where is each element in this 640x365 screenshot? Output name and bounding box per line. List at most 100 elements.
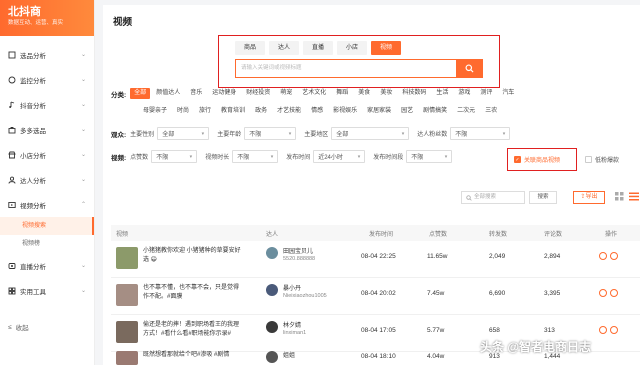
category-chip[interactable]: 生活 <box>432 88 452 99</box>
detail-icon[interactable] <box>610 326 618 334</box>
list-view-icon[interactable] <box>629 192 639 201</box>
category-chip[interactable]: 全部 <box>130 88 151 99</box>
video-title[interactable]: 偷还是老的摔！遇到职场看王的我理方式！#看什么看#职场能你示录# <box>143 321 243 339</box>
video-thumbnail[interactable] <box>116 321 138 343</box>
category-chip[interactable]: 艺术文化 <box>298 88 330 99</box>
search-button[interactable] <box>456 59 483 78</box>
bag-icon <box>8 126 16 134</box>
category-chip[interactable]: 政务 <box>251 106 271 117</box>
category-chip[interactable]: 舞蹈 <box>332 88 352 99</box>
category-chip[interactable]: 汽车 <box>498 88 518 99</box>
table-row[interactable]: 也不靠不懂，也不靠不会，只是觉得作不配。#面膜 暴小丹 Nieixiaozhou… <box>111 278 640 315</box>
video-thumbnail[interactable] <box>116 247 138 269</box>
checkbox-icon <box>585 156 592 163</box>
sidebar-item-influencer[interactable]: 达人分析 ⌄ <box>0 167 94 192</box>
category-chip[interactable]: 测评 <box>476 88 496 99</box>
category-filter-row-1: 分类: 全部 颜值达人 音乐 运动健身 财经投资 萌宠 艺术文化 舞蹈 美食 美… <box>111 88 520 99</box>
video-icon <box>8 201 16 209</box>
export-label: 导出 <box>585 194 598 200</box>
video-thumbnail[interactable] <box>116 351 138 365</box>
sidebar-item-live[interactable]: 直播分析 ⌄ <box>0 253 94 278</box>
watermark: 头条 @智者电商日志 <box>480 340 592 354</box>
category-chip[interactable]: 三农 <box>481 106 501 117</box>
audience-label: 观众: <box>111 131 127 139</box>
sidebar-item-monitor[interactable]: 监控分析 ⌄ <box>0 67 94 92</box>
page-title: 视频 <box>113 17 133 28</box>
category-chip[interactable]: 母婴亲子 <box>139 106 171 117</box>
category-chip[interactable]: 二次元 <box>453 106 479 117</box>
sidebar-item-tools[interactable]: 实用工具 ⌄ <box>0 278 94 303</box>
export-button[interactable]: ⇪导出 <box>573 191 605 204</box>
grid-view-icon[interactable] <box>615 192 624 201</box>
video-title[interactable]: 既然想看那就给个吧#渗吸 #剧情 <box>143 351 243 360</box>
sidebar-item-pdd[interactable]: 多多选品 ⌄ <box>0 117 94 142</box>
category-chip[interactable]: 时尚 <box>173 106 193 117</box>
category-chip[interactable]: 家居家装 <box>363 106 395 117</box>
sidebar-item-shop[interactable]: 小店分析 ⌄ <box>0 142 94 167</box>
category-chip[interactable]: 教育培训 <box>217 106 249 117</box>
tool-icon <box>8 287 16 295</box>
category-chip[interactable]: 美妆 <box>376 88 396 99</box>
category-chip[interactable]: 才艺技能 <box>273 106 305 117</box>
collapse-button[interactable]: ≤ 收起 <box>8 322 29 333</box>
publish-period-select[interactable]: 不限 ▾ <box>406 150 453 163</box>
tab-shop[interactable]: 小店 <box>337 41 367 55</box>
video-label: 视频: <box>111 154 127 162</box>
column-header: 视频 <box>116 232 129 238</box>
video-title[interactable]: 小猪猪教你欢迎 小猪猪种的草要安好选 😄 <box>143 247 243 265</box>
author-name[interactable]: 田园宝贝儿 <box>283 246 313 255</box>
category-chip[interactable]: 萌宠 <box>276 88 296 99</box>
category-chip[interactable]: 科技数码 <box>398 88 430 99</box>
play-icon[interactable] <box>599 252 607 260</box>
author-name[interactable]: 姐姐 <box>283 350 295 359</box>
table-search-input[interactable]: 全部搜索 <box>461 191 525 204</box>
video-thumbnail[interactable] <box>116 284 138 306</box>
low-fans-checkbox[interactable]: 低粉爆款 <box>585 155 619 164</box>
publish-time-label: 发布时间 <box>286 155 311 161</box>
category-chip[interactable]: 美食 <box>354 88 374 99</box>
table-row[interactable]: 小猪猪教你欢迎 小猪猪种的草要安好选 😄 田园宝贝儿 5520.888888 0… <box>111 241 640 278</box>
category-chip[interactable]: 音乐 <box>186 88 206 99</box>
play-icon[interactable] <box>599 326 607 334</box>
duration-select[interactable]: 不限 ▾ <box>232 150 279 163</box>
tab-live[interactable]: 直播 <box>303 41 333 55</box>
category-chip[interactable]: 游戏 <box>454 88 474 99</box>
category-chip[interactable]: 旅行 <box>195 106 215 117</box>
sidebar-item-product-analysis[interactable]: 选品分析 ⌄ <box>0 42 94 67</box>
detail-icon[interactable] <box>610 252 618 260</box>
play-icon[interactable] <box>599 289 607 297</box>
gender-select[interactable]: 全部 ▾ <box>157 127 210 140</box>
monitor-icon <box>8 76 16 84</box>
sidebar-subitem-video-search[interactable]: 视频搜索 <box>0 217 94 235</box>
likes-select[interactable]: 不限 ▾ <box>151 150 198 163</box>
tab-video[interactable]: 视频 <box>371 41 401 55</box>
sidebar-item-douyin[interactable]: 抖音分析 ⌄ <box>0 92 94 117</box>
table-search-button[interactable]: 搜索 <box>529 191 557 204</box>
category-chip[interactable]: 颜值达人 <box>152 88 184 99</box>
chevron-down-icon: ⌄ <box>80 177 86 183</box>
author-name[interactable]: 林夕婧 <box>283 320 301 329</box>
category-chip[interactable]: 剧情搞笑 <box>419 106 451 117</box>
author-id: linximan1 <box>283 330 307 336</box>
fans-select[interactable]: 不限 ▾ <box>450 127 511 140</box>
category-chip[interactable]: 情感 <box>307 106 327 117</box>
publish-time: 08-04 22:25 <box>361 253 396 260</box>
author-name[interactable]: 暴小丹 <box>283 283 301 292</box>
sidebar-subitem-video-rank[interactable]: 视频榜 <box>0 235 94 253</box>
search-input[interactable]: 请输入关键词或视频标题 <box>235 59 456 78</box>
category-chip[interactable]: 影视娱乐 <box>329 106 361 117</box>
category-chip[interactable]: 财经投资 <box>242 88 274 99</box>
region-select[interactable]: 全部 ▾ <box>331 127 410 140</box>
likes-count: 4.04w <box>427 353 445 360</box>
detail-icon[interactable] <box>610 289 618 297</box>
age-select[interactable]: 不限 ▾ <box>244 127 297 140</box>
publish-time-select[interactable]: 近24小时 ▾ <box>313 150 366 163</box>
category-chip[interactable]: 园艺 <box>397 106 417 117</box>
product-related-checkbox[interactable]: ✓ 关联商品视频 <box>507 148 577 171</box>
sidebar-item-video[interactable]: 视频分析 ⌃ <box>0 192 94 217</box>
tab-product[interactable]: 商品 <box>235 41 265 55</box>
category-chip[interactable]: 运动健身 <box>208 88 240 99</box>
tab-influencer[interactable]: 达人 <box>269 41 299 55</box>
comments-count: 2,894 <box>544 253 561 260</box>
video-title[interactable]: 也不靠不懂，也不靠不会，只是觉得作不配。#面膜 <box>143 284 243 302</box>
